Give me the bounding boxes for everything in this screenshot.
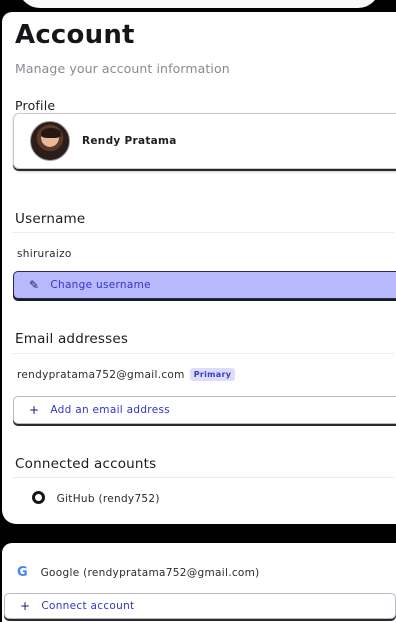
divider — [13, 477, 394, 478]
github-icon — [32, 491, 45, 504]
email-section-label: Email addresses — [15, 331, 129, 347]
google-icon: G — [17, 565, 28, 580]
profile-card[interactable]: Rendy Pratama — [13, 113, 396, 169]
google-account-label: Google (rendypratama752@gmail.com) — [40, 567, 260, 579]
profile-section-label: Profile — [15, 98, 56, 113]
add-email-button[interactable]: + Add an email address — [13, 396, 396, 424]
plus-icon: + — [29, 403, 40, 417]
profile-name: Rendy Pratama — [82, 135, 177, 147]
account-card: Account Manage your account information … — [2, 12, 396, 524]
connect-account-button[interactable]: + Connect account — [4, 593, 396, 619]
change-username-button[interactable]: ✎ Change username — [13, 271, 396, 299]
page-title: Account — [15, 20, 135, 50]
page-subtitle: Manage your account information — [15, 61, 230, 76]
change-username-label: Change username — [50, 279, 151, 291]
connected-section-label: Connected accounts — [15, 456, 157, 472]
divider — [13, 232, 394, 233]
email-address: rendypratama752@gmail.com — [17, 369, 185, 381]
google-account-row[interactable]: G Google (rendypratama752@gmail.com) — [17, 565, 260, 580]
primary-badge: Primary — [189, 368, 236, 381]
avatar — [30, 121, 70, 161]
pencil-icon: ✎ — [29, 278, 40, 292]
divider — [13, 353, 394, 354]
connected-accounts-card: G Google (rendypratama752@gmail.com) + C… — [2, 543, 396, 622]
connect-account-label: Connect account — [41, 600, 135, 612]
add-email-label: Add an email address — [50, 404, 170, 416]
github-account-row[interactable]: GitHub (rendy752) — [32, 491, 160, 505]
email-row: rendypratama752@gmail.com Primary — [17, 368, 236, 381]
github-account-label: GitHub (rendy752) — [56, 493, 160, 505]
username-value: shiruraizo — [17, 248, 72, 260]
plus-icon: + — [20, 599, 31, 613]
previous-card-edge — [18, 0, 380, 8]
username-section-label: Username — [15, 211, 86, 227]
